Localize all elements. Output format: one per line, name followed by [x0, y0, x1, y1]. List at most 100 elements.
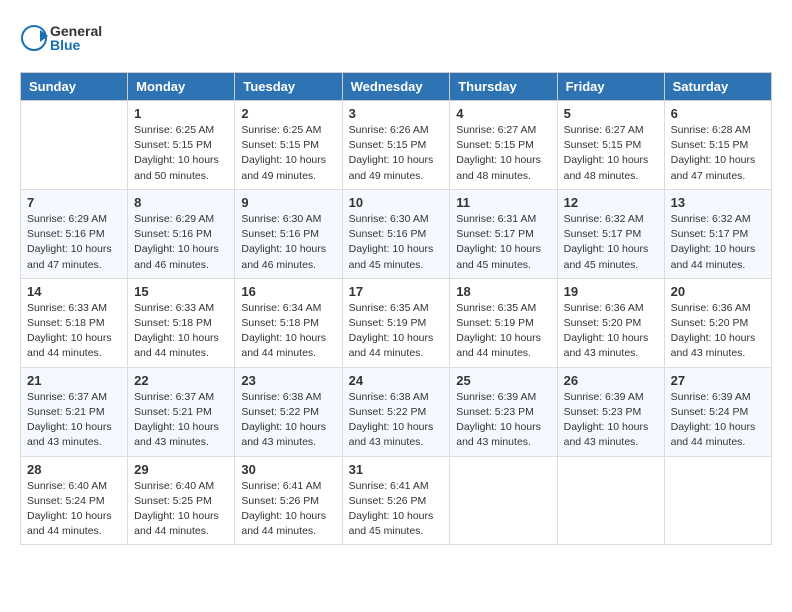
- calendar-day-cell: 6Sunrise: 6:28 AM Sunset: 5:15 PM Daylig…: [664, 101, 771, 190]
- day-number: 30: [241, 462, 335, 477]
- cell-info: Sunrise: 6:29 AM Sunset: 5:16 PM Dayligh…: [134, 212, 228, 273]
- calendar-header-friday: Friday: [557, 73, 664, 101]
- cell-info: Sunrise: 6:39 AM Sunset: 5:24 PM Dayligh…: [671, 390, 765, 451]
- cell-info: Sunrise: 6:25 AM Sunset: 5:15 PM Dayligh…: [241, 123, 335, 184]
- calendar-empty-cell: [664, 456, 771, 545]
- day-number: 16: [241, 284, 335, 299]
- cell-info: Sunrise: 6:38 AM Sunset: 5:22 PM Dayligh…: [349, 390, 444, 451]
- day-number: 8: [134, 195, 228, 210]
- day-number: 29: [134, 462, 228, 477]
- calendar-day-cell: 13 Sunrise: 6:32 AM Sunset: 5:17 PM Dayli…: [664, 189, 771, 278]
- calendar-week-row: 1 Sunrise: 6:25 AM Sunset: 5:15 PM Daylig…: [21, 101, 772, 190]
- calendar-day-cell: 27 Sunrise: 6:39 AM Sunset: 5:24 PM Dayli…: [664, 367, 771, 456]
- day-number: 15: [134, 284, 228, 299]
- calendar-header-sunday: Sunday: [21, 73, 128, 101]
- calendar-day-cell: 29 Sunrise: 6:40 AM Sunset: 5:25 PM Dayli…: [128, 456, 235, 545]
- cell-info: Sunrise: 6:33 AM Sunset: 5:18 PM Dayligh…: [27, 301, 121, 362]
- day-number: 19: [564, 284, 658, 299]
- cell-info: Sunrise: 6:34 AM Sunset: 5:18 PM Dayligh…: [241, 301, 335, 362]
- day-number: 6: [671, 106, 765, 121]
- calendar-day-cell: 19 Sunrise: 6:36 AM Sunset: 5:20 PM Dayli…: [557, 278, 664, 367]
- cell-info: Sunrise: 6:35 AM Sunset: 5:19 PM Dayligh…: [456, 301, 550, 362]
- calendar-day-cell: 24 Sunrise: 6:38 AM Sunset: 5:22 PM Dayli…: [342, 367, 450, 456]
- day-number: 26: [564, 373, 658, 388]
- cell-info: Sunrise: 6:35 AM Sunset: 5:19 PM Dayligh…: [349, 301, 444, 362]
- calendar-empty-cell: [557, 456, 664, 545]
- calendar-day-cell: 26 Sunrise: 6:39 AM Sunset: 5:23 PM Dayli…: [557, 367, 664, 456]
- cell-info: Sunrise: 6:26 AM Sunset: 5:15 PM Dayligh…: [349, 123, 444, 184]
- cell-info: Sunrise: 6:38 AM Sunset: 5:22 PM Dayligh…: [241, 390, 335, 451]
- cell-info: Sunrise: 6:33 AM Sunset: 5:18 PM Dayligh…: [134, 301, 228, 362]
- calendar-day-cell: 21 Sunrise: 6:37 AM Sunset: 5:21 PM Dayli…: [21, 367, 128, 456]
- cell-info: Sunrise: 6:37 AM Sunset: 5:21 PM Dayligh…: [27, 390, 121, 451]
- calendar-header-wednesday: Wednesday: [342, 73, 450, 101]
- day-number: 4: [456, 106, 550, 121]
- calendar-header-tuesday: Tuesday: [235, 73, 342, 101]
- day-number: 9: [241, 195, 335, 210]
- calendar-empty-cell: [450, 456, 557, 545]
- calendar-day-cell: 31Sunrise: 6:41 AM Sunset: 5:26 PM Dayli…: [342, 456, 450, 545]
- calendar-day-cell: 17 Sunrise: 6:35 AM Sunset: 5:19 PM Dayli…: [342, 278, 450, 367]
- cell-info: Sunrise: 6:27 AM Sunset: 5:15 PM Dayligh…: [564, 123, 658, 184]
- day-number: 12: [564, 195, 658, 210]
- day-number: 14: [27, 284, 121, 299]
- calendar-day-cell: 25Sunrise: 6:39 AM Sunset: 5:23 PM Dayli…: [450, 367, 557, 456]
- calendar-day-cell: 8 Sunrise: 6:29 AM Sunset: 5:16 PM Daylig…: [128, 189, 235, 278]
- calendar-day-cell: 4 Sunrise: 6:27 AM Sunset: 5:15 PM Daylig…: [450, 101, 557, 190]
- calendar-day-cell: 1 Sunrise: 6:25 AM Sunset: 5:15 PM Daylig…: [128, 101, 235, 190]
- calendar-day-cell: 10Sunrise: 6:30 AM Sunset: 5:16 PM Dayli…: [342, 189, 450, 278]
- calendar-day-cell: 11 Sunrise: 6:31 AM Sunset: 5:17 PM Dayli…: [450, 189, 557, 278]
- cell-info: Sunrise: 6:27 AM Sunset: 5:15 PM Dayligh…: [456, 123, 550, 184]
- day-number: 21: [27, 373, 121, 388]
- cell-info: Sunrise: 6:30 AM Sunset: 5:16 PM Dayligh…: [241, 212, 335, 273]
- day-number: 1: [134, 106, 228, 121]
- cell-info: Sunrise: 6:37 AM Sunset: 5:21 PM Dayligh…: [134, 390, 228, 451]
- calendar-table: SundayMondayTuesdayWednesdayThursdayFrid…: [20, 72, 772, 545]
- calendar-day-cell: 2 Sunrise: 6:25 AM Sunset: 5:15 PM Daylig…: [235, 101, 342, 190]
- cell-info: Sunrise: 6:39 AM Sunset: 5:23 PM Dayligh…: [564, 390, 658, 451]
- cell-info: Sunrise: 6:32 AM Sunset: 5:17 PM Dayligh…: [564, 212, 658, 273]
- day-number: 2: [241, 106, 335, 121]
- calendar-body: 1 Sunrise: 6:25 AM Sunset: 5:15 PM Daylig…: [21, 101, 772, 545]
- day-number: 20: [671, 284, 765, 299]
- day-number: 18: [456, 284, 550, 299]
- calendar-day-cell: 14 Sunrise: 6:33 AM Sunset: 5:18 PM Dayli…: [21, 278, 128, 367]
- cell-info: Sunrise: 6:31 AM Sunset: 5:17 PM Dayligh…: [456, 212, 550, 273]
- cell-info: Sunrise: 6:39 AM Sunset: 5:23 PM Dayligh…: [456, 390, 550, 451]
- calendar-day-cell: 23 Sunrise: 6:38 AM Sunset: 5:22 PM Dayli…: [235, 367, 342, 456]
- calendar-header-saturday: Saturday: [664, 73, 771, 101]
- day-number: 17: [349, 284, 444, 299]
- calendar-day-cell: 12 Sunrise: 6:32 AM Sunset: 5:17 PM Dayli…: [557, 189, 664, 278]
- day-number: 7: [27, 195, 121, 210]
- calendar-day-cell: 22 Sunrise: 6:37 AM Sunset: 5:21 PM Dayli…: [128, 367, 235, 456]
- day-number: 5: [564, 106, 658, 121]
- day-number: 11: [456, 195, 550, 210]
- cell-info: Sunrise: 6:40 AM Sunset: 5:25 PM Dayligh…: [134, 479, 228, 540]
- logo-svg: GeneralBlue: [20, 20, 110, 56]
- calendar-week-row: 7 Sunrise: 6:29 AM Sunset: 5:16 PM Daylig…: [21, 189, 772, 278]
- calendar-week-row: 21 Sunrise: 6:37 AM Sunset: 5:21 PM Dayli…: [21, 367, 772, 456]
- cell-info: Sunrise: 6:36 AM Sunset: 5:20 PM Dayligh…: [564, 301, 658, 362]
- calendar-day-cell: 9 Sunrise: 6:30 AM Sunset: 5:16 PM Daylig…: [235, 189, 342, 278]
- day-number: 10: [349, 195, 444, 210]
- svg-text:Blue: Blue: [50, 37, 81, 53]
- calendar-day-cell: 30 Sunrise: 6:41 AM Sunset: 5:26 PM Dayli…: [235, 456, 342, 545]
- cell-info: Sunrise: 6:32 AM Sunset: 5:17 PM Dayligh…: [671, 212, 765, 273]
- day-number: 28: [27, 462, 121, 477]
- cell-info: Sunrise: 6:41 AM Sunset: 5:26 PM Dayligh…: [241, 479, 335, 540]
- day-number: 27: [671, 373, 765, 388]
- cell-info: Sunrise: 6:41 AM Sunset: 5:26 PM Dayligh…: [349, 479, 444, 540]
- cell-info: Sunrise: 6:40 AM Sunset: 5:24 PM Dayligh…: [27, 479, 121, 540]
- day-number: 22: [134, 373, 228, 388]
- calendar-week-row: 14 Sunrise: 6:33 AM Sunset: 5:18 PM Dayli…: [21, 278, 772, 367]
- cell-info: Sunrise: 6:25 AM Sunset: 5:15 PM Dayligh…: [134, 123, 228, 184]
- calendar-day-cell: 16 Sunrise: 6:34 AM Sunset: 5:18 PM Dayli…: [235, 278, 342, 367]
- calendar-day-cell: 28 Sunrise: 6:40 AM Sunset: 5:24 PM Dayli…: [21, 456, 128, 545]
- calendar-day-cell: 5 Sunrise: 6:27 AM Sunset: 5:15 PM Daylig…: [557, 101, 664, 190]
- cell-info: Sunrise: 6:29 AM Sunset: 5:16 PM Dayligh…: [27, 212, 121, 273]
- calendar-day-cell: 3Sunrise: 6:26 AM Sunset: 5:15 PM Daylig…: [342, 101, 450, 190]
- calendar-header-row: SundayMondayTuesdayWednesdayThursdayFrid…: [21, 73, 772, 101]
- day-number: 24: [349, 373, 444, 388]
- day-number: 23: [241, 373, 335, 388]
- day-number: 13: [671, 195, 765, 210]
